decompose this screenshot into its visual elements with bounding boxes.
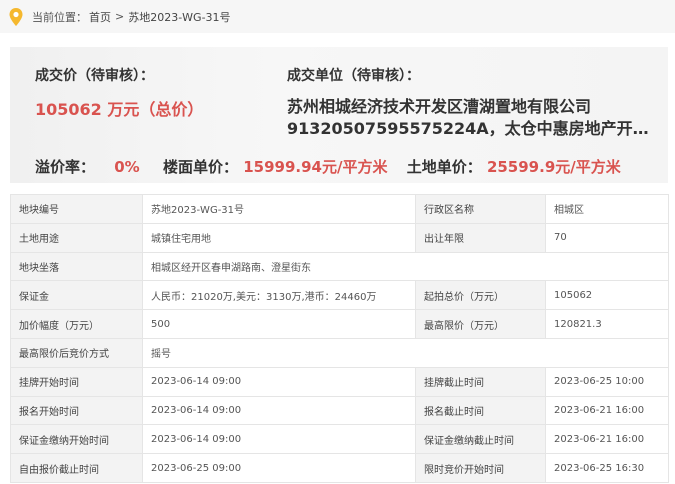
- field-label: 挂牌开始时间: [10, 366, 143, 397]
- field-label: 报名截止时间: [415, 395, 546, 426]
- breadcrumb-separator: >: [115, 10, 125, 23]
- field-label: 最高限价（万元）: [415, 309, 546, 339]
- winner-line-1: 苏州相城经济技术开发区漕湖置地有限公司: [287, 97, 592, 116]
- field-value: 2023-06-25 09:00: [142, 453, 416, 483]
- table-row: 地块编号 苏地2023-WG-31号 行政区名称 相城区: [10, 194, 669, 224]
- land-price-label: 土地单价：: [406, 158, 482, 176]
- field-label: 加价幅度（万元）: [10, 309, 143, 339]
- breadcrumb-label: 当前位置：: [32, 10, 87, 24]
- field-label: 起拍总价（万元）: [415, 280, 546, 311]
- price-metrics-row: 溢价率： 0% 楼面单价： 15999.94元/平方米 土地单价： 25599.…: [35, 156, 621, 177]
- field-value: 2023-06-25 16:30: [545, 453, 669, 483]
- breadcrumb-home-link[interactable]: 首页: [89, 9, 111, 25]
- table-row: 最高限价后竞价方式 摇号: [10, 337, 669, 368]
- field-label: 保证金: [10, 280, 143, 311]
- field-label: 保证金缴纳截止时间: [415, 424, 546, 455]
- field-value: 相城区经开区春申湖路南、澄星街东: [142, 251, 669, 282]
- field-value: 70: [545, 222, 669, 253]
- field-value: 2023-06-21 16:00: [545, 424, 669, 455]
- table-row: 地块坐落 相城区经开区春申湖路南、澄星街东: [10, 251, 669, 282]
- field-value: 人民币：21020万,美元：3130万,港币：24460万: [142, 280, 416, 311]
- floor-price-value: 15999.94元/平方米: [243, 158, 388, 176]
- field-value: 2023-06-25 10:00: [545, 366, 669, 397]
- transaction-summary: 成交价（待审核）： 成交单位（待审核）： 105062 万元（总价） 苏州相城经…: [10, 47, 668, 183]
- field-label: 保证金缴纳开始时间: [10, 424, 143, 455]
- field-value: 500: [142, 309, 416, 339]
- field-label: 地块编号: [10, 194, 143, 224]
- land-price-value: 25599.9元/平方米: [486, 158, 621, 176]
- field-label: 行政区名称: [415, 194, 546, 224]
- premium-value: 0%: [114, 158, 140, 176]
- table-row: 保证金缴纳开始时间 2023-06-14 09:00 保证金缴纳截止时间 202…: [10, 424, 669, 455]
- table-row: 报名开始时间 2023-06-14 09:00 报名截止时间 2023-06-2…: [10, 395, 669, 426]
- field-value: 2023-06-14 09:00: [142, 395, 416, 426]
- parcel-detail-table: 地块编号 苏地2023-WG-31号 行政区名称 相城区 土地用途 城镇住宅用地…: [10, 194, 669, 483]
- price-label: 成交价（待审核）：: [35, 68, 154, 84]
- field-value: 2023-06-21 16:00: [545, 395, 669, 426]
- breadcrumb-current: 苏地2023-WG-31号: [128, 10, 231, 24]
- table-row: 挂牌开始时间 2023-06-14 09:00 挂牌截止时间 2023-06-2…: [10, 366, 669, 397]
- field-label: 限时竞价开始时间: [415, 453, 546, 483]
- field-value: 相城区: [545, 194, 669, 224]
- field-label: 出让年限: [415, 222, 546, 253]
- premium-label: 溢价率：: [35, 158, 96, 176]
- winner-value: 苏州相城经济技术开发区漕湖置地有限公司 91320507595575224A，太…: [287, 96, 662, 140]
- table-row: 自由报价截止时间 2023-06-25 09:00 限时竞价开始时间 2023-…: [10, 453, 669, 483]
- field-label: 最高限价后竞价方式: [10, 337, 143, 368]
- winner-line-2: 91320507595575224A，太仓中惠房地产开…: [287, 119, 649, 138]
- table-row: 保证金 人民币：21020万,美元：3130万,港币：24460万 起拍总价（万…: [10, 280, 669, 311]
- table-row: 土地用途 城镇住宅用地 出让年限 70: [10, 222, 669, 253]
- field-label: 挂牌截止时间: [415, 366, 546, 397]
- field-value: 105062: [545, 280, 669, 311]
- field-label: 报名开始时间: [10, 395, 143, 426]
- location-pin-icon: [9, 7, 23, 26]
- field-value: 2023-06-14 09:00: [142, 424, 416, 455]
- field-value: 城镇住宅用地: [142, 222, 416, 253]
- field-value: 120821.3: [545, 309, 669, 339]
- table-row: 加价幅度（万元） 500 最高限价（万元） 120821.3: [10, 309, 669, 339]
- field-value: 2023-06-14 09:00: [142, 366, 416, 397]
- field-value: 苏地2023-WG-31号: [142, 194, 416, 224]
- field-value: 摇号: [142, 337, 669, 368]
- field-label: 自由报价截止时间: [10, 453, 143, 483]
- breadcrumb: 当前位置： 首页 > 苏地2023-WG-31号: [0, 0, 675, 33]
- field-label: 土地用途: [10, 222, 143, 253]
- winner-label: 成交单位（待审核）：: [287, 68, 420, 84]
- price-value: 105062 万元（总价）: [35, 100, 204, 119]
- field-label: 地块坐落: [10, 251, 143, 282]
- floor-price-label: 楼面单价：: [162, 158, 238, 176]
